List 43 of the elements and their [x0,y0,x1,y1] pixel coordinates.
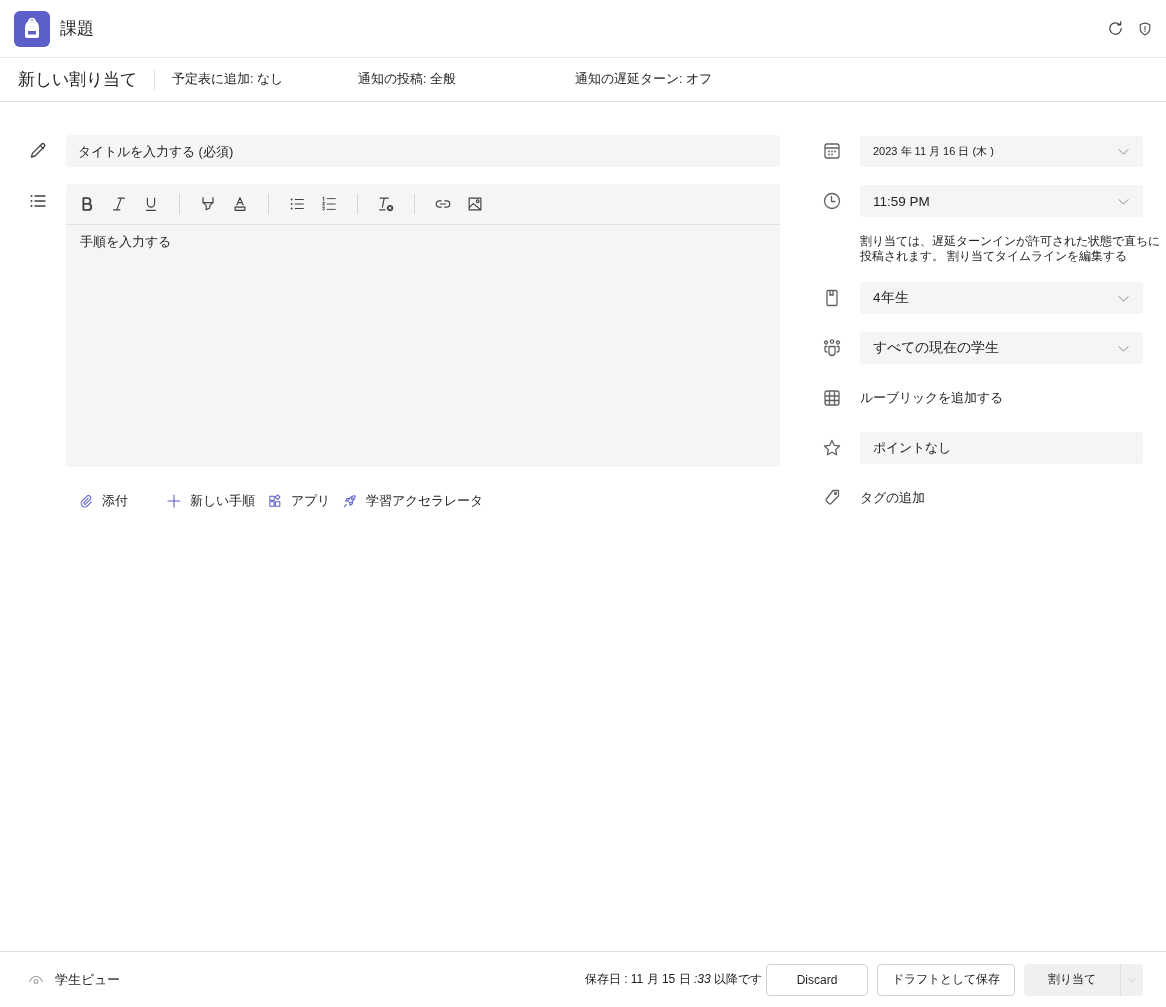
students-dropdown[interactable]: すべての現在の学生 [860,332,1143,364]
apps-button[interactable]: アプリ [267,492,330,510]
grid-icon [822,388,842,408]
due-date-dropdown[interactable]: 2023 年 11 月 16 日 (木 ) [860,135,1143,167]
backpack-icon [14,10,50,47]
learning-accelerator-button[interactable]: 学習アクセラレータ [342,492,483,510]
instructions-field[interactable]: 手順を入力する [66,225,780,467]
publish-note: 割り当ては、遅延ターンインが許可された状態で直ちに投稿されます。 割り当てタイムラインを編集する [860,234,1161,264]
pencil-icon [28,141,48,161]
attach-button[interactable]: 添付 [78,492,128,510]
points-field[interactable]: ポイントなし [860,432,1143,464]
add-rubric-link[interactable]: ルーブリックを追加する [860,389,1003,407]
italic-icon[interactable] [110,195,128,213]
font-color-icon[interactable] [231,195,249,213]
new-instructions-button[interactable]: 新しい手順 [166,492,255,510]
add-tag-link[interactable]: タグの追加 [860,489,925,507]
discard-button[interactable]: Discard [766,963,868,996]
class-dropdown[interactable]: 4年生 [860,282,1143,314]
app-title: 課題 [60,18,94,40]
plus-icon [166,493,182,509]
setting-link[interactable]: 通知の投稿: 全般 [358,71,456,88]
clear-formatting-icon[interactable] [377,195,395,213]
clock-icon [822,191,842,211]
star-icon [822,438,842,458]
setting-link[interactable]: 予定表に追加: なし [172,71,283,88]
image-icon[interactable] [466,195,484,213]
people-icon [822,338,842,358]
shield-icon[interactable] [1137,20,1153,37]
saved-status: 保存日 : 11 月 15 日 :33 以降です [584,971,762,988]
title-field[interactable]: タイトルを入力する (必須) [66,135,780,167]
rocket-icon [342,493,358,509]
setting-link[interactable]: 通知の遅延ターン: オフ [575,71,712,88]
highlighter-icon[interactable] [199,195,217,213]
save-draft-button[interactable]: ドラフトとして保存 [877,963,1015,996]
refresh-icon[interactable] [1106,19,1125,38]
paperclip-icon [78,493,94,509]
student-view-label[interactable]: 学生ビュー [55,970,120,989]
due-time-dropdown[interactable]: 11:59 PM [860,185,1143,217]
calendar-icon [822,141,842,161]
assignment-title: 新しい割り当て [18,68,138,90]
assign-button[interactable]: 割り当て [1024,963,1120,996]
apps-icon [267,493,283,509]
numbered-list-icon[interactable] [320,195,338,213]
